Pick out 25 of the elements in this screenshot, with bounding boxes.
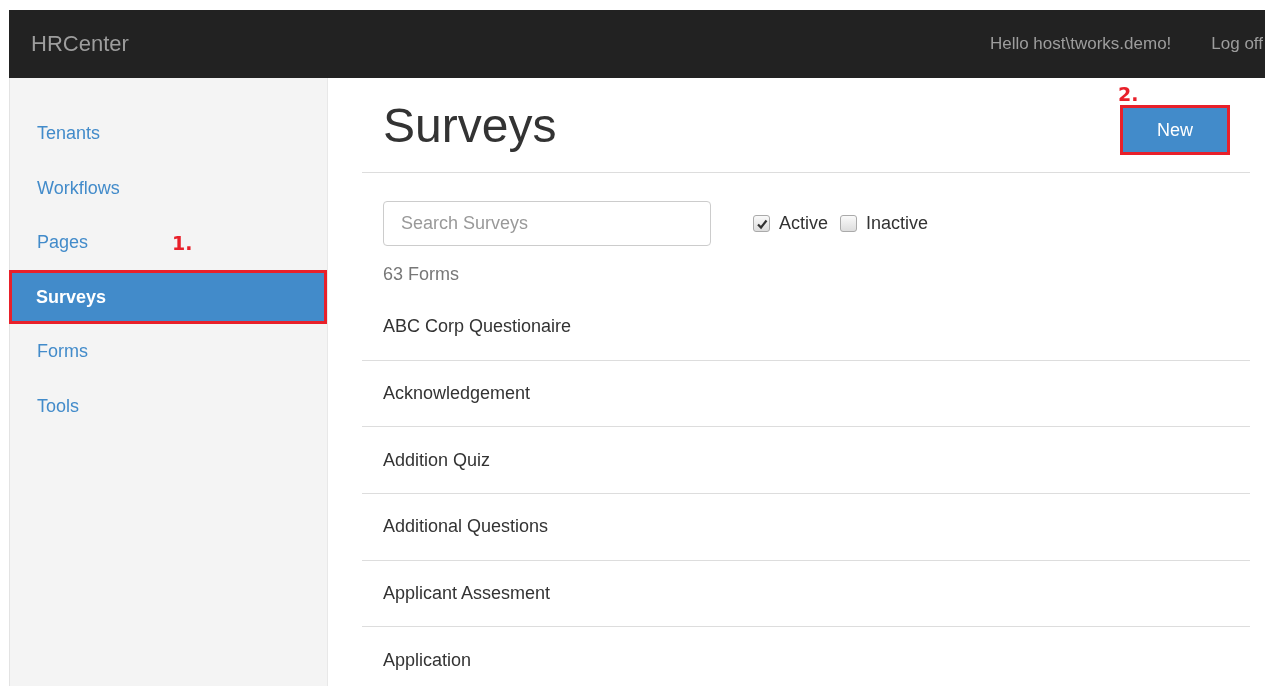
form-link[interactable]: Acknowledgement [383, 383, 531, 405]
step-label: 1. [172, 232, 193, 254]
sidebar-item[interactable]: Workflows [10, 160, 128, 215]
checkbox[interactable] [840, 215, 858, 232]
search-field[interactable]: Search Surveys [383, 201, 711, 246]
logoff-link[interactable]: Log off [1211, 34, 1263, 54]
sidebar-item[interactable]: Forms [10, 324, 96, 379]
form-link[interactable]: ABC Corp Questionaire [383, 316, 572, 338]
checkbox-label: Inactive [866, 213, 929, 234]
sidebar-item[interactable]: Tenants [10, 106, 109, 161]
greeting-link[interactable]: Hello host\tworks.demo! [989, 34, 1172, 54]
checkbox-label: Active [779, 213, 829, 234]
brand-link[interactable]: HRCenter [31, 31, 129, 57]
sidebar-item[interactable]: Surveys [9, 269, 327, 324]
form-link[interactable]: Addition Quiz [383, 449, 491, 471]
new-button[interactable]: New [1120, 105, 1230, 155]
form-link[interactable]: Application [383, 649, 472, 671]
step-label: 2. [1118, 83, 1139, 105]
form-link[interactable]: Applicant Assesment [383, 583, 551, 605]
form-count: 63 Forms [382, 263, 461, 286]
sidebar-item[interactable]: Tools [10, 378, 88, 433]
page-title: Surveys [383, 97, 557, 153]
checkbox[interactable] [753, 215, 770, 232]
form-link[interactable]: Additional Questions [383, 516, 549, 538]
sidebar-item[interactable]: Pages [10, 215, 97, 270]
